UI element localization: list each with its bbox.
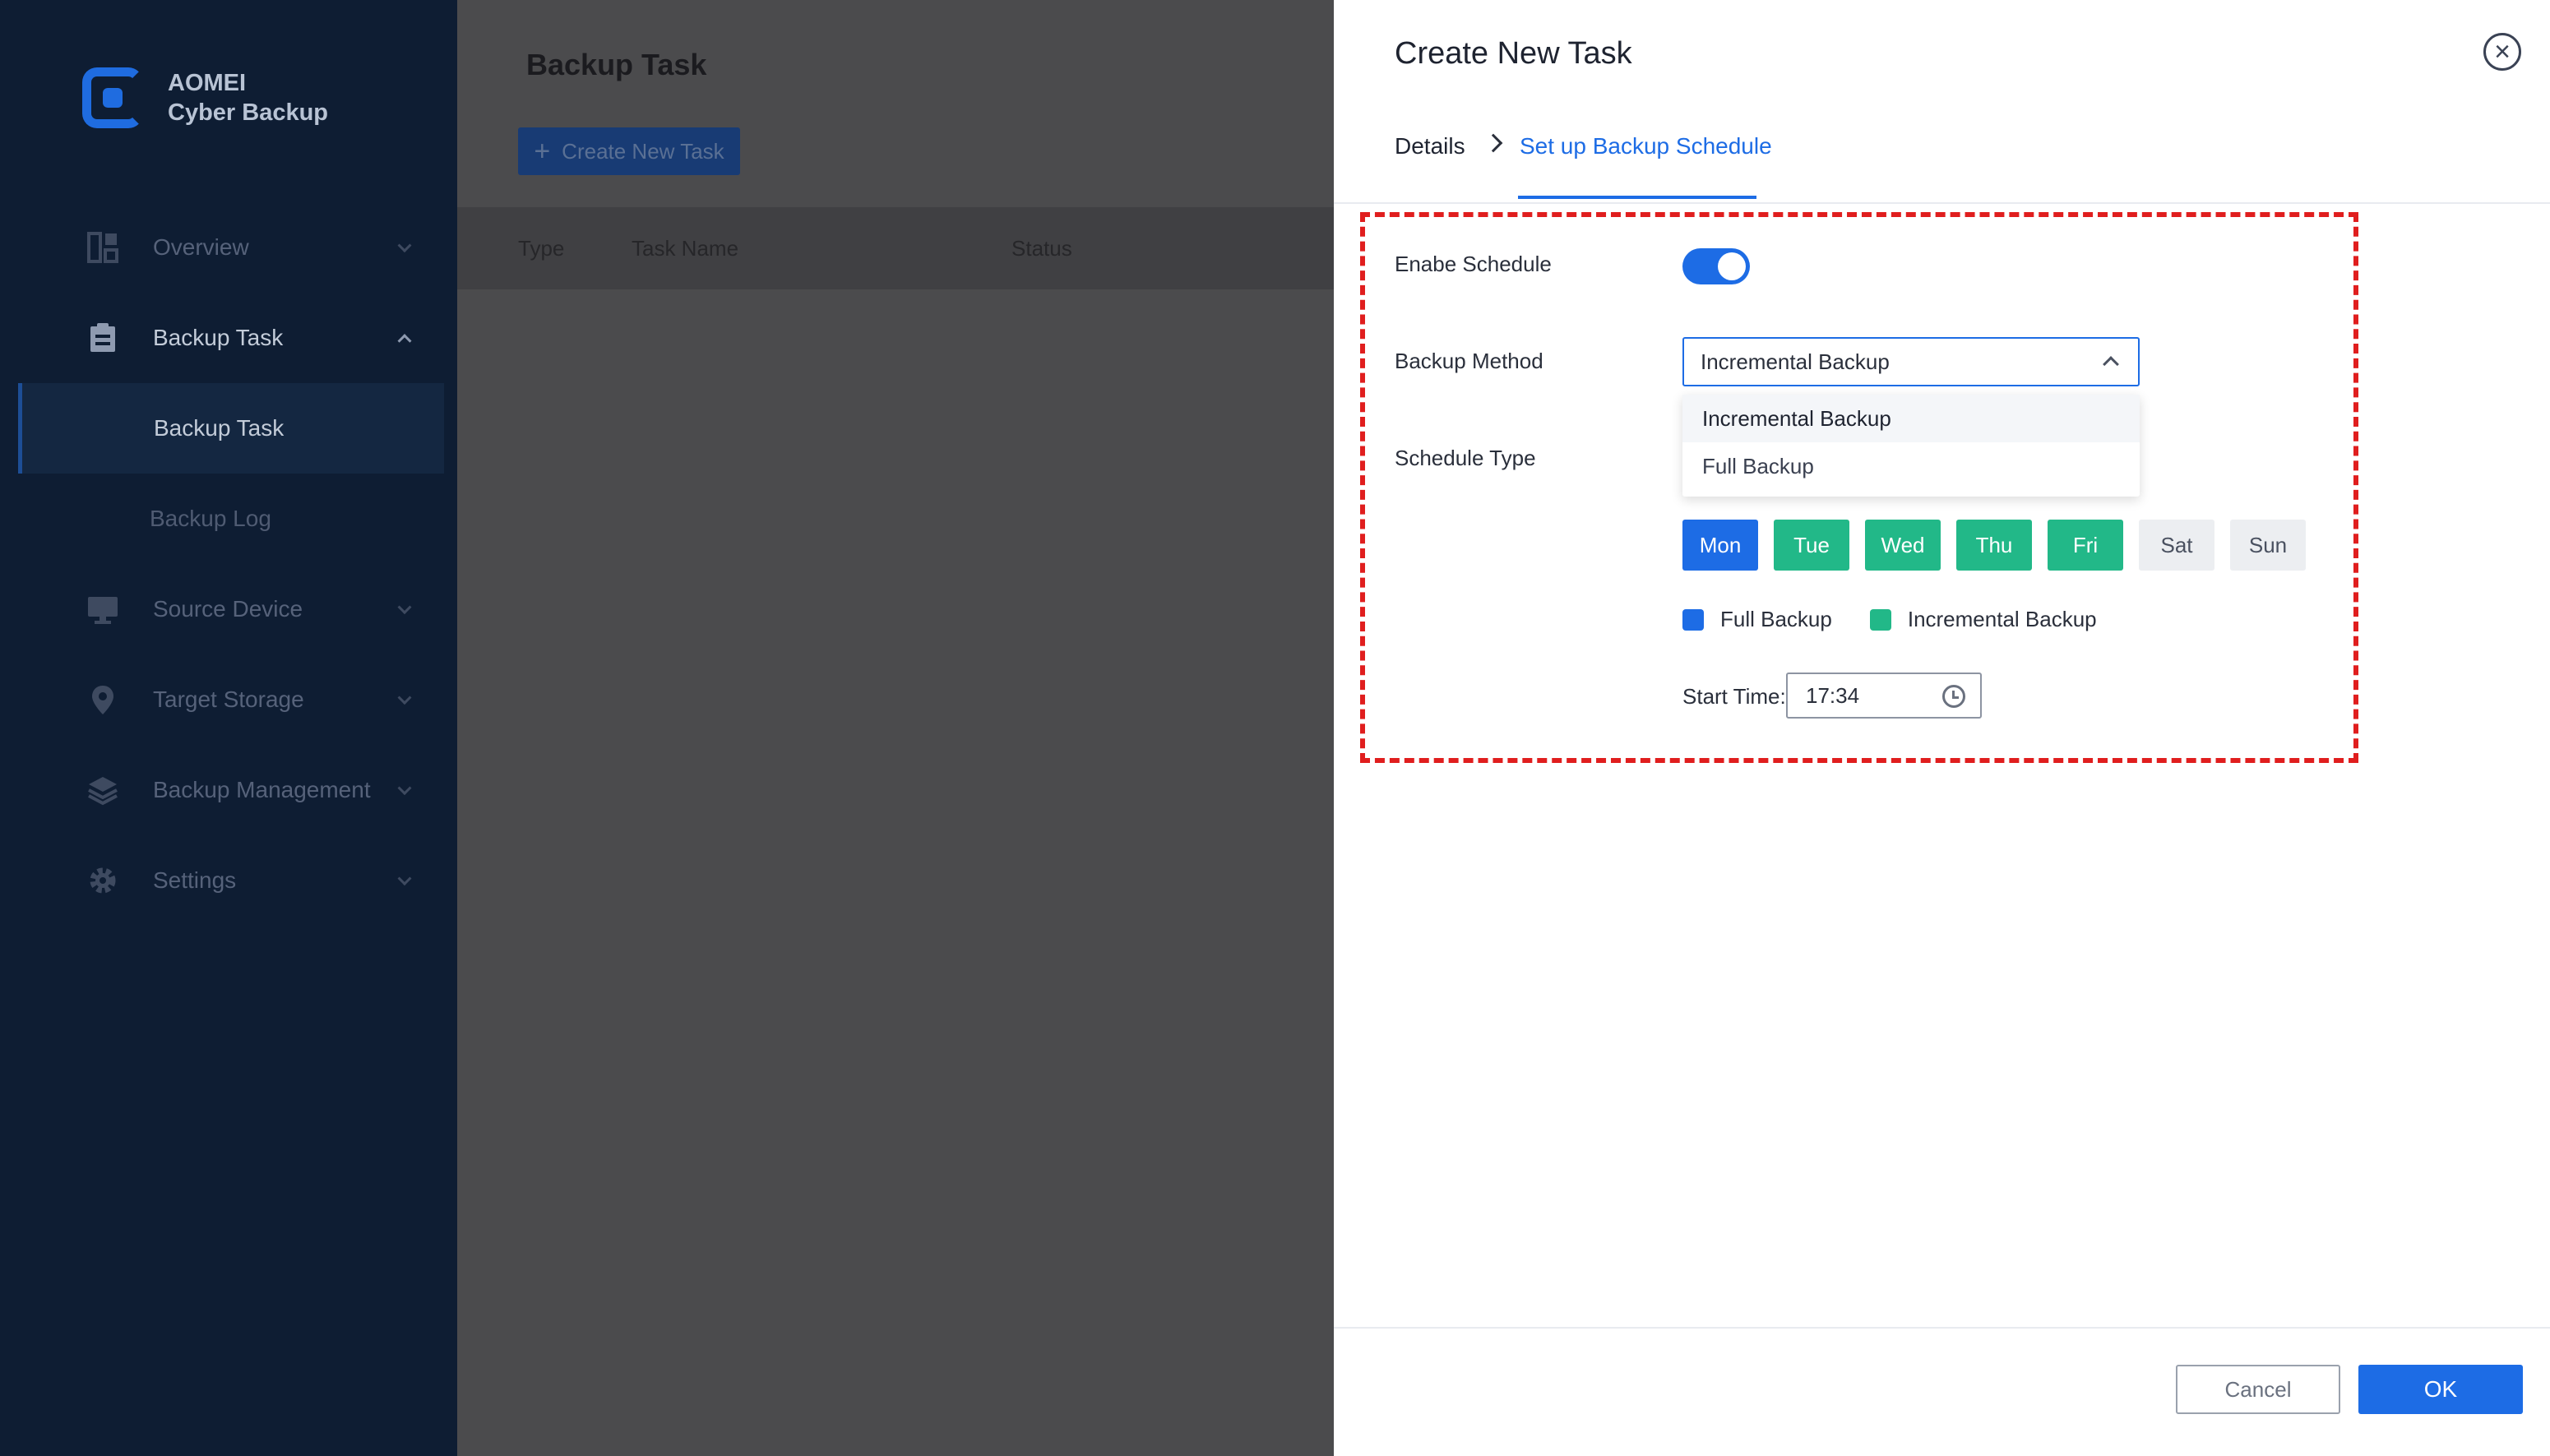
- day-wed-button[interactable]: Wed: [1865, 520, 1941, 571]
- sidebar-item-label: Settings: [153, 867, 237, 893]
- chevron-down-icon: [397, 600, 412, 615]
- day-thu-button[interactable]: Thu: [1956, 520, 2032, 571]
- legend-full-label: Full Backup: [1720, 607, 1832, 631]
- sidebar-item-backup-management[interactable]: Backup Management: [0, 745, 457, 835]
- close-button[interactable]: ×: [2483, 33, 2521, 71]
- chevron-down-icon: [397, 781, 412, 796]
- task-table-header: Type Task Name Status: [457, 207, 1334, 289]
- sidebar-subitem-backup-task[interactable]: Backup Task: [18, 383, 444, 474]
- sidebar-item-backup-task[interactable]: Backup Task: [0, 293, 457, 383]
- start-time-label: Start Time:: [1682, 684, 1786, 709]
- main-content: Backup Task + Create New Task Type Task …: [457, 0, 1334, 1456]
- app-name-line2: Cyber Backup: [168, 99, 329, 126]
- full-backup-swatch: [1682, 608, 1704, 631]
- clipboard-icon: [87, 322, 118, 354]
- sidebar-item-target-storage[interactable]: Target Storage: [0, 654, 457, 745]
- tab-backup-schedule[interactable]: Set up Backup Schedule: [1520, 133, 1772, 159]
- sidebar-subitem-backup-log[interactable]: Backup Log: [0, 474, 457, 564]
- sidebar-item-label: Target Storage: [153, 686, 304, 712]
- chevron-down-icon: [397, 691, 412, 705]
- schedule-type-label: Schedule Type: [1395, 446, 1536, 470]
- sidebar-item-label: Backup Task: [153, 325, 284, 350]
- sidebar-item-source-device[interactable]: Source Device: [0, 564, 457, 654]
- chevron-right-icon: [1483, 133, 1503, 153]
- clock-icon: [1942, 685, 1965, 708]
- chevron-down-icon: [397, 238, 412, 253]
- monitor-icon: [87, 594, 118, 625]
- create-task-panel: Create New Task × Details Set up Backup …: [1334, 0, 2550, 1456]
- weekday-selector: Mon Tue Wed Thu Fri Sat Sun: [1682, 520, 2321, 571]
- day-fri-button[interactable]: Fri: [2048, 520, 2123, 571]
- enable-schedule-label: Enabe Schedule: [1395, 252, 1552, 276]
- backup-method-select[interactable]: Incremental Backup: [1682, 337, 2140, 386]
- backup-method-dropdown: Incremental Backup Full Backup: [1682, 395, 2140, 497]
- create-new-task-button[interactable]: + Create New Task: [518, 127, 740, 175]
- column-task-name: Task Name: [632, 235, 739, 261]
- start-time-input[interactable]: 17:34: [1786, 673, 1982, 719]
- sidebar-item-overview[interactable]: Overview: [0, 202, 457, 293]
- active-tab-indicator: [1518, 196, 1756, 199]
- chevron-up-icon: [397, 334, 412, 349]
- chevron-up-icon: [2103, 356, 2119, 372]
- dashboard-icon: [87, 232, 118, 263]
- cancel-button[interactable]: Cancel: [2176, 1365, 2340, 1414]
- app-name: AOMEI Cyber Backup: [168, 68, 328, 127]
- backup-method-value: Incremental Backup: [1701, 349, 1890, 374]
- incremental-backup-swatch: [1869, 608, 1891, 631]
- close-icon: ×: [2494, 36, 2511, 67]
- option-full-backup[interactable]: Full Backup: [1682, 442, 2140, 490]
- day-sun-button[interactable]: Sun: [2230, 520, 2306, 571]
- backup-method-label: Backup Method: [1395, 349, 1543, 373]
- enable-schedule-toggle[interactable]: [1682, 248, 1750, 284]
- footer-divider: [1334, 1327, 2550, 1329]
- column-status: Status: [1011, 235, 1072, 261]
- step-tabs: Details Set up Backup Schedule: [1334, 123, 2550, 204]
- day-mon-button[interactable]: Mon: [1682, 520, 1758, 571]
- app-name-line1: AOMEI: [168, 70, 247, 96]
- column-type: Type: [518, 235, 565, 261]
- panel-title: Create New Task: [1395, 36, 1632, 71]
- sidebar-nav: Overview Backup Task Backup Task Backup …: [0, 202, 457, 926]
- gear-icon: [87, 865, 118, 896]
- app-logo: AOMEI Cyber Backup: [82, 67, 328, 128]
- plus-icon: +: [534, 136, 551, 167]
- start-time-value: 17:34: [1806, 682, 1860, 708]
- sidebar-item-label: Backup Management: [153, 777, 371, 802]
- legend-incremental-label: Incremental Backup: [1907, 607, 2097, 631]
- sidebar: AOMEI Cyber Backup Overview Backup Task …: [0, 0, 457, 1456]
- sidebar-item-label: Overview: [153, 234, 249, 260]
- day-sat-button[interactable]: Sat: [2139, 520, 2214, 571]
- create-new-task-label: Create New Task: [562, 138, 724, 164]
- sidebar-item-label: Source Device: [153, 596, 303, 622]
- day-tue-button[interactable]: Tue: [1774, 520, 1849, 571]
- sidebar-item-settings[interactable]: Settings: [0, 835, 457, 926]
- option-incremental-backup[interactable]: Incremental Backup: [1682, 395, 2140, 442]
- schedule-legend: Full Backup Incremental Backup: [1682, 607, 2097, 632]
- tab-details[interactable]: Details: [1395, 133, 1465, 159]
- page-title: Backup Task: [526, 48, 707, 81]
- location-pin-icon: [87, 684, 118, 715]
- layers-icon: [87, 774, 118, 806]
- logo-icon: [82, 67, 143, 128]
- ok-button[interactable]: OK: [2358, 1365, 2523, 1414]
- chevron-down-icon: [397, 871, 412, 886]
